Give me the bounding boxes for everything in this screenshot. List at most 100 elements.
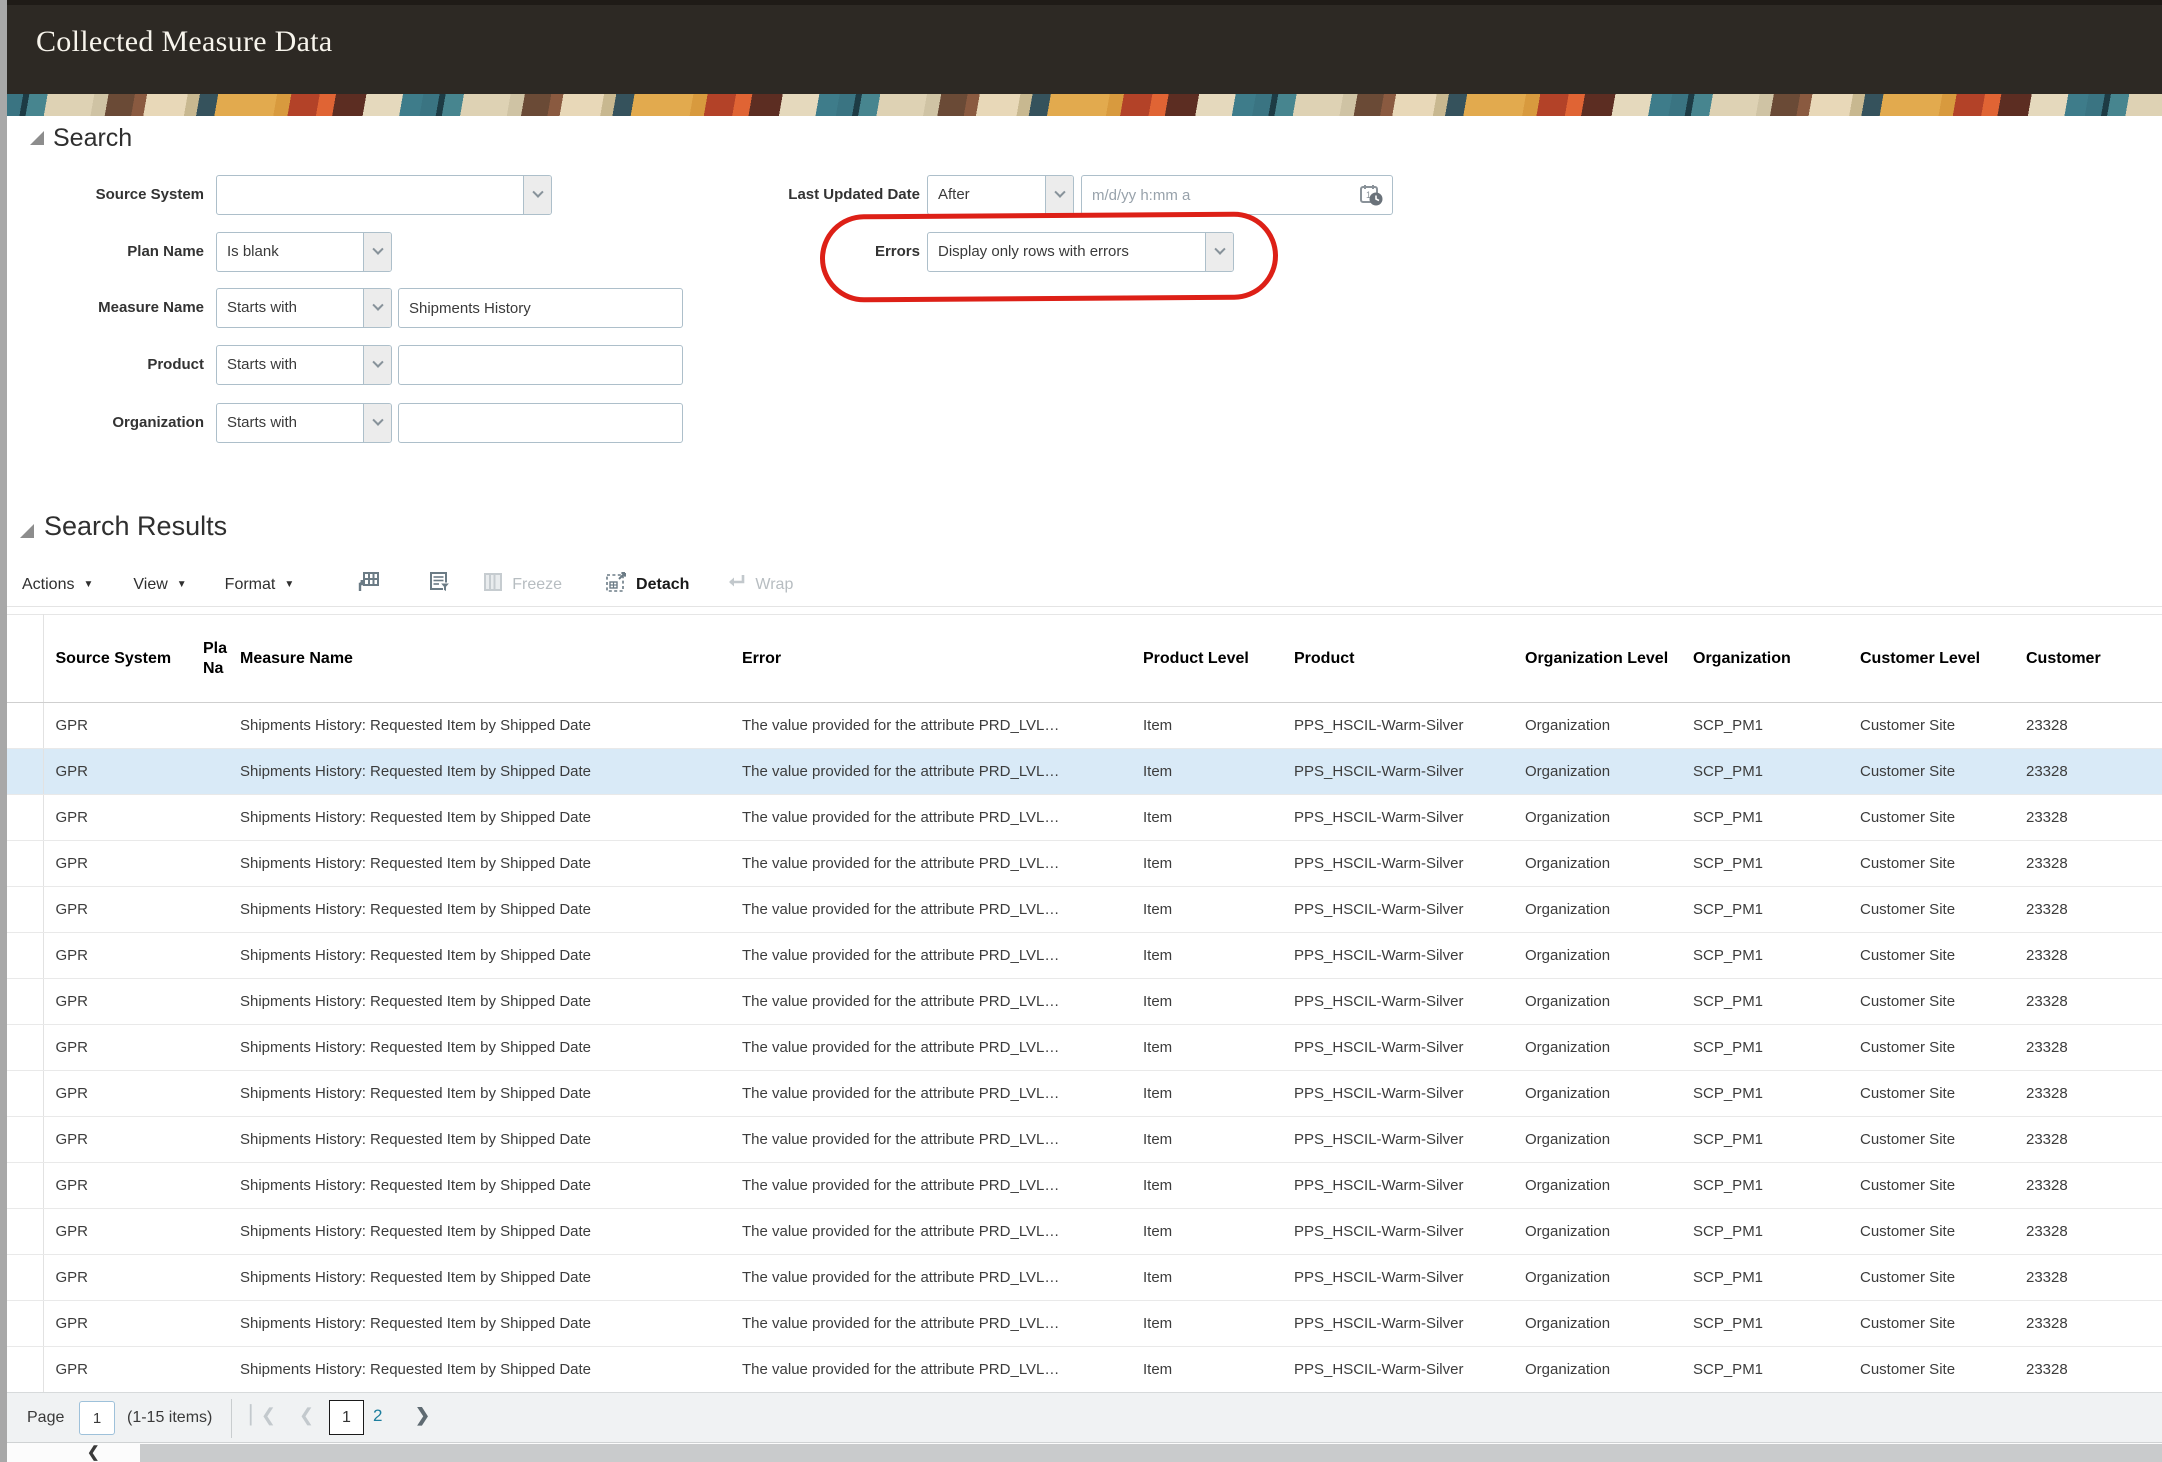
cell-measure-name: Shipments History: Requested Item by Shi… [228,887,730,933]
decorative-pattern-strip [7,94,2162,116]
detach-button[interactable]: Detach [604,570,689,599]
table-header-row: Source SystemPla NaMeasure NameErrorProd… [7,615,2162,703]
cell-product-level: Item [1131,887,1282,933]
table-row[interactable]: GPR Shipments History: Requested Item by … [7,1025,2162,1071]
last-updated-date-input[interactable] [1081,175,1393,215]
column-header-product[interactable]: Product [1282,615,1513,703]
organization-operator-select[interactable]: Starts with [216,403,392,443]
items-count-text: (1-15 items) [127,1409,212,1427]
column-header-measure-name[interactable]: Measure Name [228,615,730,703]
column-header-organization-level[interactable]: Organization Level [1513,615,1681,703]
table-row[interactable]: GPRShipments History: Requested Item by … [7,1301,2162,1347]
column-header-organization[interactable]: Organization [1681,615,1848,703]
chevron-down-icon[interactable] [363,346,391,384]
cell-product: PPS_HSCIL-Warm-Silver [1282,1117,1513,1163]
organization-input[interactable] [398,403,683,443]
cell-organization-level: Organization [1513,887,1681,933]
view-menu[interactable]: View ▼ [133,576,186,594]
plan-name-operator-value: Is blank [217,233,363,271]
query-by-example-icon[interactable] [428,570,452,599]
scrollbar-thumb[interactable] [140,1444,2162,1462]
cell-product: PPS_HSCIL-Warm-Silver [1282,1347,1513,1393]
cell-product: PPS_HSCIL-Warm-Silver [1282,1071,1513,1117]
cell-customer: 23328 [2014,1163,2162,1209]
table-row[interactable]: GPRShipments History: Requested Item by … [7,795,2162,841]
chevron-down-icon[interactable] [1205,233,1233,271]
chevron-down-icon[interactable] [1045,176,1073,214]
column-header-source-system[interactable]: Source System [43,615,191,703]
wrap-icon [723,570,747,599]
export-to-excel-icon[interactable] [356,570,380,599]
table-row[interactable]: GPRShipments History: Requested Item by … [7,933,2162,979]
table-row[interactable]: GPRShipments History: Requested Item by … [7,749,2162,795]
page-number-input[interactable] [79,1401,115,1435]
cell-measure-name: Shipments History: Requested Item by Shi… [228,1025,730,1071]
table-row[interactable]: GPRShipments History: Requested Item by … [7,841,2162,887]
cell-measure-name: Shipments History: Requested Item by Shi… [228,1255,730,1301]
collected-measure-data-screen: Collected Measure Data Search Source Sys… [0,0,2162,1462]
last-updated-date-operator-select[interactable]: After [927,175,1074,215]
previous-page-icon: ❮ [299,1405,314,1426]
column-header-error[interactable]: Error [730,615,1131,703]
search-collapse-icon[interactable] [30,131,44,145]
cell-customer: 23328 [2014,841,2162,887]
column-header-customer[interactable]: Customer [2014,615,2162,703]
source-system-select[interactable] [216,175,552,215]
cell-measure-name: Shipments History: Requested Item by Shi… [228,1163,730,1209]
page-header-banner: Collected Measure Data [7,0,2162,94]
column-header-product-level[interactable]: Product Level [1131,615,1282,703]
column-header-plan-name[interactable]: Pla Na [191,615,228,703]
cell-customer-level: Customer Site [1848,1255,2014,1301]
product-label: Product [7,355,204,375]
page-2-link[interactable]: 2 [373,1406,382,1426]
cell-source-system: GPR [43,1025,191,1071]
table-row[interactable]: GPRShipments History: Requested Item by … [7,887,2162,933]
chevron-down-icon[interactable] [363,404,391,442]
cell-organization: SCP_PM1 [1681,841,1848,887]
product-operator-select[interactable]: Starts with [216,345,392,385]
next-page-icon[interactable]: ❯ [415,1405,430,1426]
search-results-collapse-icon[interactable] [20,524,34,538]
calendar-clock-icon[interactable]: 1 [1359,183,1385,207]
table-row[interactable]: GPRShipments History: Requested Item by … [7,1163,2162,1209]
cell-customer-level: Customer Site [1848,1209,2014,1255]
format-menu[interactable]: Format ▼ [225,576,295,594]
chevron-down-icon[interactable] [363,233,391,271]
measure-name-input[interactable] [398,288,683,328]
errors-select[interactable]: Display only rows with errors [927,232,1234,272]
cell-error: The value provided for the attribute PRD… [730,1163,1131,1209]
plan-name-operator-select[interactable]: Is blank [216,232,392,272]
menu-caret-icon: ▼ [284,579,294,590]
table-row[interactable]: GPRShipments History: Requested Item by … [7,1071,2162,1117]
actions-menu[interactable]: Actions ▼ [22,576,93,594]
cell-organization-level: Organization [1513,933,1681,979]
cell-product: PPS_HSCIL-Warm-Silver [1282,1209,1513,1255]
measure-name-operator-select[interactable]: Starts with [216,288,392,328]
row-header-cell [7,1117,43,1163]
product-input[interactable] [398,345,683,385]
cell-organization-level: Organization [1513,703,1681,749]
cell-measure-name: Shipments History: Requested Item by Shi… [228,1117,730,1163]
current-page-button[interactable]: 1 [329,1400,364,1435]
table-row[interactable]: GPRShipments History: Requested Item by … [7,1209,2162,1255]
row-header-column [7,615,43,703]
table-row[interactable]: GPRShipments History: Requested Item by … [7,1347,2162,1393]
chevron-down-icon[interactable] [523,176,551,214]
cell-error: The value provided for the attribute PRD… [730,841,1131,887]
table-row[interactable]: GPRShipments History: Requested Item by … [7,979,2162,1025]
errors-label: Errors [600,242,920,262]
table-row[interactable]: GPRShipments History: Requested Item by … [7,1117,2162,1163]
cell-product: PPS_HSCIL-Warm-Silver [1282,703,1513,749]
product-operator-value: Starts with [217,346,363,384]
cell-plan-name [191,1301,228,1347]
table-row[interactable]: GPRShipments History: Requested Item by … [7,1255,2162,1301]
chevron-down-icon[interactable] [363,289,391,327]
row-header-cell [7,933,43,979]
cell-organization-level: Organization [1513,1301,1681,1347]
left-gutter-strip [0,0,7,1462]
cell-source-system: GPR [43,1209,191,1255]
table-row[interactable]: GPRShipments History: Requested Item by … [7,703,2162,749]
cell-product-level: Item [1131,1301,1282,1347]
column-header-customer-level[interactable]: Customer Level [1848,615,2014,703]
scroll-left-icon[interactable]: ❮ [87,1443,100,1461]
